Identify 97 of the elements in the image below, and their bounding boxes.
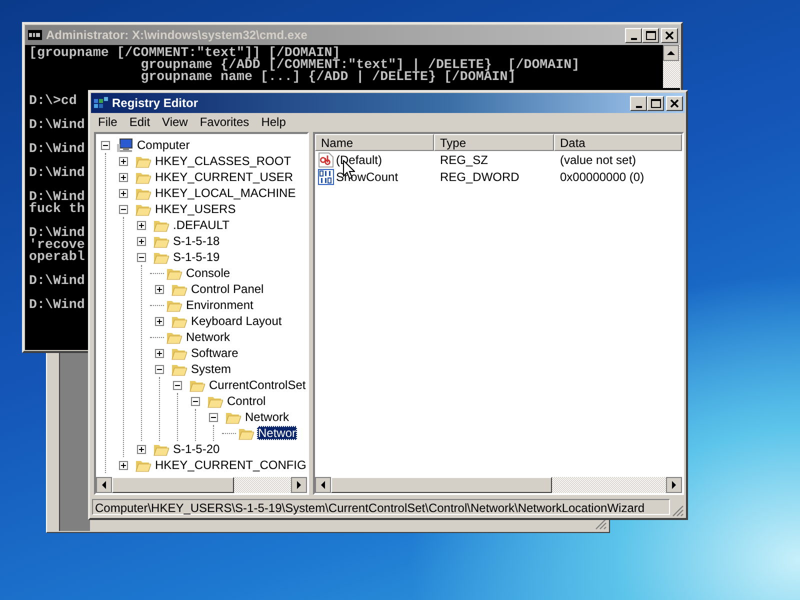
- window-title: Registry Editor: [112, 96, 200, 110]
- collapse-icon[interactable]: [137, 252, 146, 262]
- console-line: D:\Wind: [29, 227, 85, 239]
- vertical-scrollbar[interactable]: [663, 45, 680, 88]
- tree-item[interactable]: Environment: [185, 298, 254, 312]
- tree-item[interactable]: Control: [226, 394, 267, 408]
- tree-item[interactable]: Computer: [136, 138, 191, 152]
- collapse-icon[interactable]: [119, 204, 128, 214]
- tree-item[interactable]: System: [190, 362, 232, 376]
- binary-value-icon: [318, 168, 334, 184]
- close-button[interactable]: [661, 28, 678, 42]
- console-line: D:\Wind: [29, 119, 85, 131]
- string-value-icon: [318, 152, 334, 168]
- tree-item[interactable]: Keyboard Layout: [190, 314, 283, 328]
- console-line: D:\Wind: [29, 275, 85, 287]
- column-header[interactable]: Type: [434, 134, 554, 151]
- scroll-right-icon[interactable]: [666, 477, 682, 493]
- minimize-button[interactable]: [630, 96, 647, 110]
- column-header[interactable]: Data: [554, 134, 682, 151]
- minimize-icon: [630, 38, 636, 40]
- expand-icon[interactable]: [119, 188, 128, 198]
- scroll-thumb[interactable]: [331, 477, 552, 493]
- console-line: fuck th: [29, 203, 85, 215]
- tree-item[interactable]: .DEFAULT: [172, 218, 230, 232]
- value-name[interactable]: (Default): [336, 152, 382, 166]
- console-line: groupname name [...] {/ADD | /DELETE} [/DOMAIN]: [140, 71, 516, 83]
- computer-icon: [117, 138, 133, 152]
- tree-item[interactable]: Console: [185, 266, 232, 280]
- expand-icon[interactable]: [155, 348, 164, 358]
- tree-item[interactable]: Network: [185, 330, 232, 344]
- expand-icon[interactable]: [155, 284, 164, 294]
- tree-item[interactable]: Software: [190, 346, 240, 360]
- tree-item[interactable]: S-1-5-18: [172, 234, 221, 248]
- console-line: groupname {/ADD [/COMMENT:"text"] | /DELETE} [/DOMAIN]: [140, 59, 580, 71]
- tree-item[interactable]: HKEY_CURRENT_USER: [154, 170, 294, 184]
- value-type: REG_DWORD: [439, 170, 520, 184]
- resize-grip-icon: [672, 505, 684, 517]
- close-icon: [665, 30, 674, 40]
- window-title: Administrator: X:\windows\system32\cmd.exe: [46, 28, 308, 42]
- resize-grip-icon: [595, 518, 607, 530]
- console-app-icon: [27, 28, 43, 42]
- tree-item[interactable]: Network: [244, 410, 290, 424]
- tree-item[interactable]: Control Panel: [190, 282, 265, 296]
- collapse-icon[interactable]: [209, 412, 218, 422]
- value-data: (value not set): [559, 152, 638, 166]
- console-line: D:\>cd: [29, 95, 77, 107]
- console-line: D:\Wind: [29, 167, 85, 179]
- console-line: D:\Wind: [29, 143, 85, 155]
- expand-icon[interactable]: [155, 316, 164, 326]
- scroll-up-icon[interactable]: [663, 45, 679, 61]
- scroll-left-icon[interactable]: [96, 477, 112, 493]
- tree-item[interactable]: HKEY_CURRENT_CONFIG: [154, 458, 307, 472]
- close-icon: [670, 98, 679, 108]
- expand-icon[interactable]: [137, 220, 146, 230]
- console-line: D:\Wind: [29, 299, 85, 311]
- tree-item[interactable]: HKEY_CLASSES_ROOT: [154, 154, 292, 168]
- tree-item[interactable]: HKEY_USERS: [154, 202, 237, 216]
- collapse-icon[interactable]: [101, 140, 110, 150]
- tree-item[interactable]: HKEY_LOCAL_MACHINE: [154, 186, 297, 200]
- registry-editor-icon: [93, 96, 109, 110]
- maximize-button[interactable]: [642, 28, 659, 42]
- expand-icon[interactable]: [119, 156, 128, 166]
- horizontal-scrollbar[interactable]: [96, 477, 307, 493]
- tree-item[interactable]: CurrentControlSet: [208, 378, 307, 392]
- console-line: 'recove: [29, 239, 85, 251]
- menu-item[interactable]: File: [92, 114, 124, 128]
- menu-item[interactable]: View: [156, 114, 194, 128]
- tree-item[interactable]: S-1-5-19: [172, 250, 221, 264]
- scroll-thumb[interactable]: [112, 477, 234, 493]
- collapse-icon[interactable]: [155, 364, 164, 374]
- maximize-icon: [646, 30, 656, 40]
- expand-icon[interactable]: [119, 172, 128, 182]
- menu-item[interactable]: Favorites: [194, 114, 256, 128]
- close-button[interactable]: [666, 96, 683, 110]
- value-type: REG_SZ: [439, 152, 490, 166]
- maximize-button[interactable]: [647, 96, 664, 110]
- scroll-right-icon[interactable]: [291, 477, 307, 493]
- expand-icon[interactable]: [119, 460, 128, 470]
- console-line: operabl: [29, 251, 85, 263]
- collapse-icon[interactable]: [173, 380, 182, 390]
- menu-item[interactable]: Help: [255, 114, 292, 128]
- console-line: D:\Wind: [29, 191, 85, 203]
- expand-icon[interactable]: [137, 444, 146, 454]
- horizontal-scrollbar[interactable]: [315, 477, 682, 493]
- value-data: 0x00000000 (0): [559, 170, 646, 184]
- minimize-button[interactable]: [625, 28, 642, 42]
- status-bar: Computer\HKEY_USERS\S-1-5-19\System\CurrentControlSet\Control\Network\NetworkLocationWizard: [92, 499, 670, 515]
- console-line: [groupname [/COMMENT:"text"]] [/DOMAIN]: [29, 47, 340, 59]
- maximize-icon: [650, 98, 660, 108]
- tree-item[interactable]: Networ: [257, 426, 298, 440]
- expand-icon[interactable]: [137, 236, 146, 246]
- minimize-icon: [636, 106, 642, 108]
- tree-item[interactable]: S-1-5-20: [172, 442, 221, 456]
- collapse-icon[interactable]: [191, 396, 200, 406]
- scroll-left-icon[interactable]: [315, 477, 331, 493]
- menu-item[interactable]: Edit: [123, 114, 156, 128]
- column-header[interactable]: Name: [315, 134, 434, 151]
